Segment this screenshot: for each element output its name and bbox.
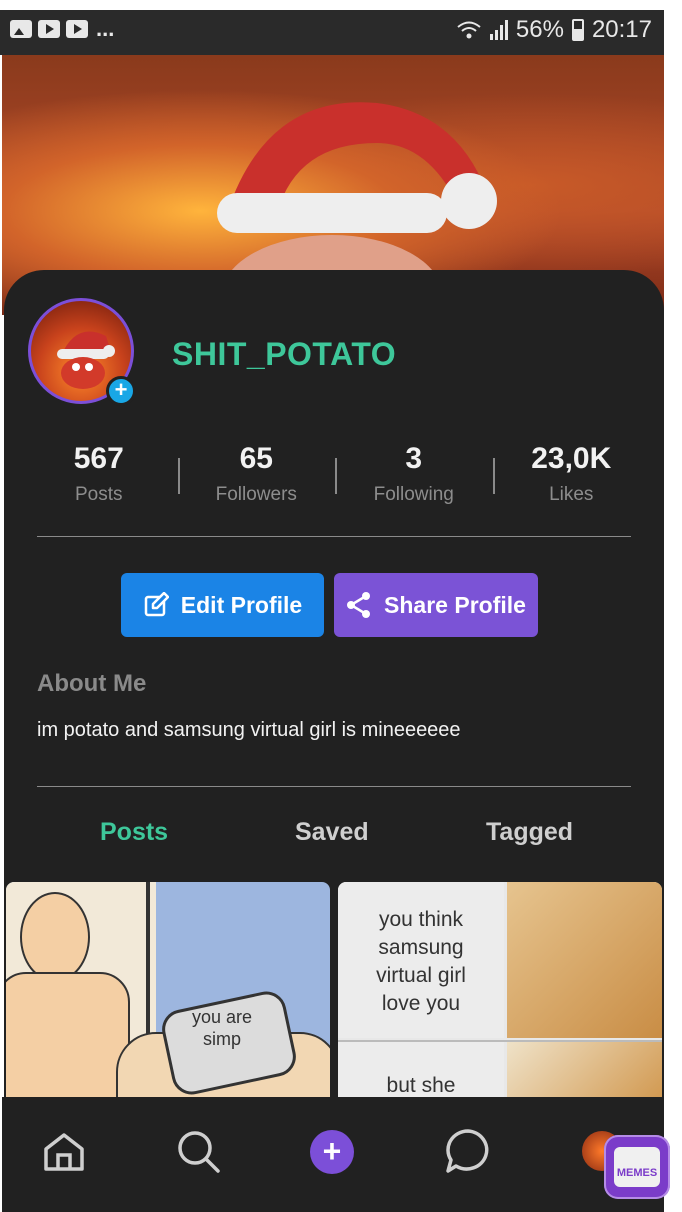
edit-profile-label: Edit Profile: [180, 591, 303, 618]
create-post-button[interactable]: +: [310, 1130, 354, 1174]
post-caption: you are simp: [191, 1007, 253, 1049]
stat-value: 65: [239, 442, 273, 475]
share-profile-button[interactable]: Share Profile: [334, 573, 538, 637]
chat-icon[interactable]: [444, 1127, 492, 1175]
share-profile-label: Share Profile: [384, 591, 526, 618]
edit-profile-button[interactable]: Edit Profile: [121, 573, 324, 637]
clock: 20:17: [591, 16, 652, 43]
wifi-icon: [457, 21, 481, 39]
about-text: im potato and samsung virtual girl is mi…: [37, 719, 461, 741]
tab-tagged[interactable]: Tagged: [486, 818, 573, 847]
stat-label: Likes: [549, 484, 594, 505]
stat-label: Following: [373, 484, 454, 505]
edit-icon: [144, 592, 169, 617]
divider: [37, 786, 631, 787]
meme-text: you think samsung virtual girl love you: [376, 908, 466, 1015]
username: SHIT_POTATO: [172, 336, 397, 372]
about-title: About Me: [37, 670, 147, 697]
memes-label: MEMES: [616, 1167, 658, 1179]
battery-icon: [571, 19, 584, 41]
notification-icons: ...: [10, 16, 115, 41]
battery-percent: 56%: [515, 16, 564, 43]
divider: [37, 536, 631, 537]
youtube-notification-icon-2: [66, 20, 88, 38]
more-notifications-indicator: ...: [96, 16, 115, 41]
doge-image: [507, 882, 662, 1038]
post-image-body: [6, 972, 130, 1097]
signal-icon: [489, 20, 508, 40]
stat-label: Followers: [215, 484, 297, 505]
post-thumbnail[interactable]: you are simp: [6, 882, 330, 1097]
stat-posts[interactable]: 567 Posts: [20, 442, 178, 512]
doge-image: [507, 1042, 662, 1097]
stat-value: 567: [73, 442, 124, 475]
meme-text: but she: [386, 1074, 456, 1097]
stat-label: Posts: [74, 484, 123, 505]
stat-followers[interactable]: 65 Followers: [177, 442, 336, 512]
post-image-character: [20, 892, 90, 982]
search-icon[interactable]: [174, 1127, 222, 1175]
santa-hat-image: [217, 102, 497, 233]
post-thumbnail[interactable]: you think samsung virtual girl love you …: [338, 882, 662, 1097]
system-status: 56% 20:17: [456, 16, 652, 44]
stat-following[interactable]: 3 Following: [335, 442, 493, 512]
stat-value: 23,0K: [531, 442, 612, 475]
memes-app-badge[interactable]: MEMES: [604, 1135, 670, 1199]
gallery-notification-icon: [10, 20, 32, 38]
profile-stats: 567 Posts 65 Followers 3 Following 23,0K…: [20, 442, 650, 512]
stat-likes[interactable]: 23,0K Likes: [492, 442, 651, 512]
share-icon: [347, 592, 371, 618]
stat-value: 3: [405, 442, 423, 475]
tab-posts[interactable]: Posts: [100, 818, 168, 847]
add-story-button[interactable]: +: [106, 376, 136, 406]
tab-saved[interactable]: Saved: [295, 818, 369, 847]
youtube-notification-icon: [38, 20, 60, 38]
home-icon[interactable]: [40, 1127, 88, 1175]
status-bar: ... 56% 20:17: [0, 10, 664, 55]
